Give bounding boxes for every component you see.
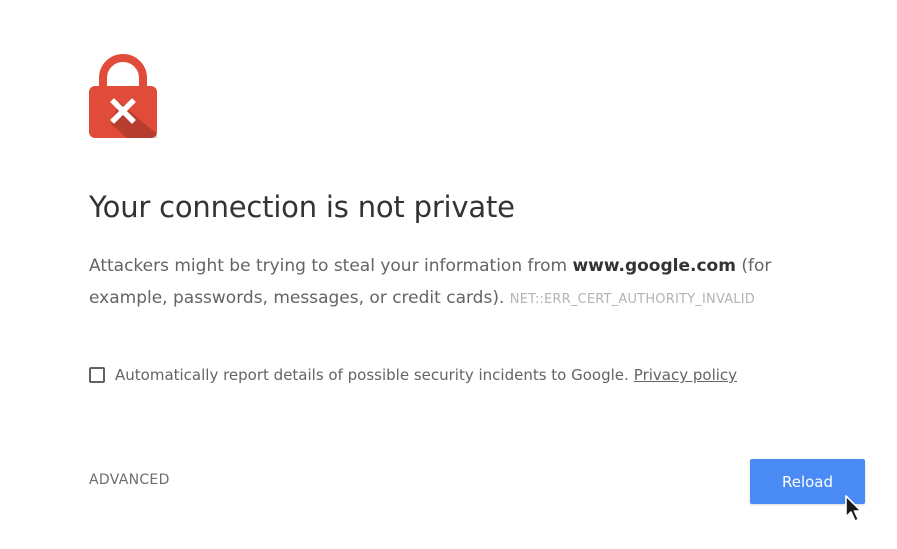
interstitial-page: Your connection is not private Attackers… bbox=[0, 0, 897, 549]
privacy-policy-link[interactable]: Privacy policy bbox=[634, 366, 737, 384]
report-option: Automatically report details of possible… bbox=[89, 366, 737, 384]
report-label: Automatically report details of possible… bbox=[115, 366, 629, 384]
reload-button[interactable]: Reload bbox=[750, 459, 865, 504]
report-checkbox[interactable] bbox=[89, 367, 105, 383]
error-message: Attackers might be trying to steal your … bbox=[89, 250, 829, 316]
message-prefix: Attackers might be trying to steal your … bbox=[89, 256, 573, 276]
advanced-button[interactable]: ADVANCED bbox=[89, 472, 170, 488]
domain-name: www.google.com bbox=[572, 256, 736, 276]
error-code: NET::ERR_CERT_AUTHORITY_INVALID bbox=[509, 292, 755, 307]
lock-error-icon bbox=[89, 54, 157, 138]
page-title: Your connection is not private bbox=[89, 190, 515, 224]
